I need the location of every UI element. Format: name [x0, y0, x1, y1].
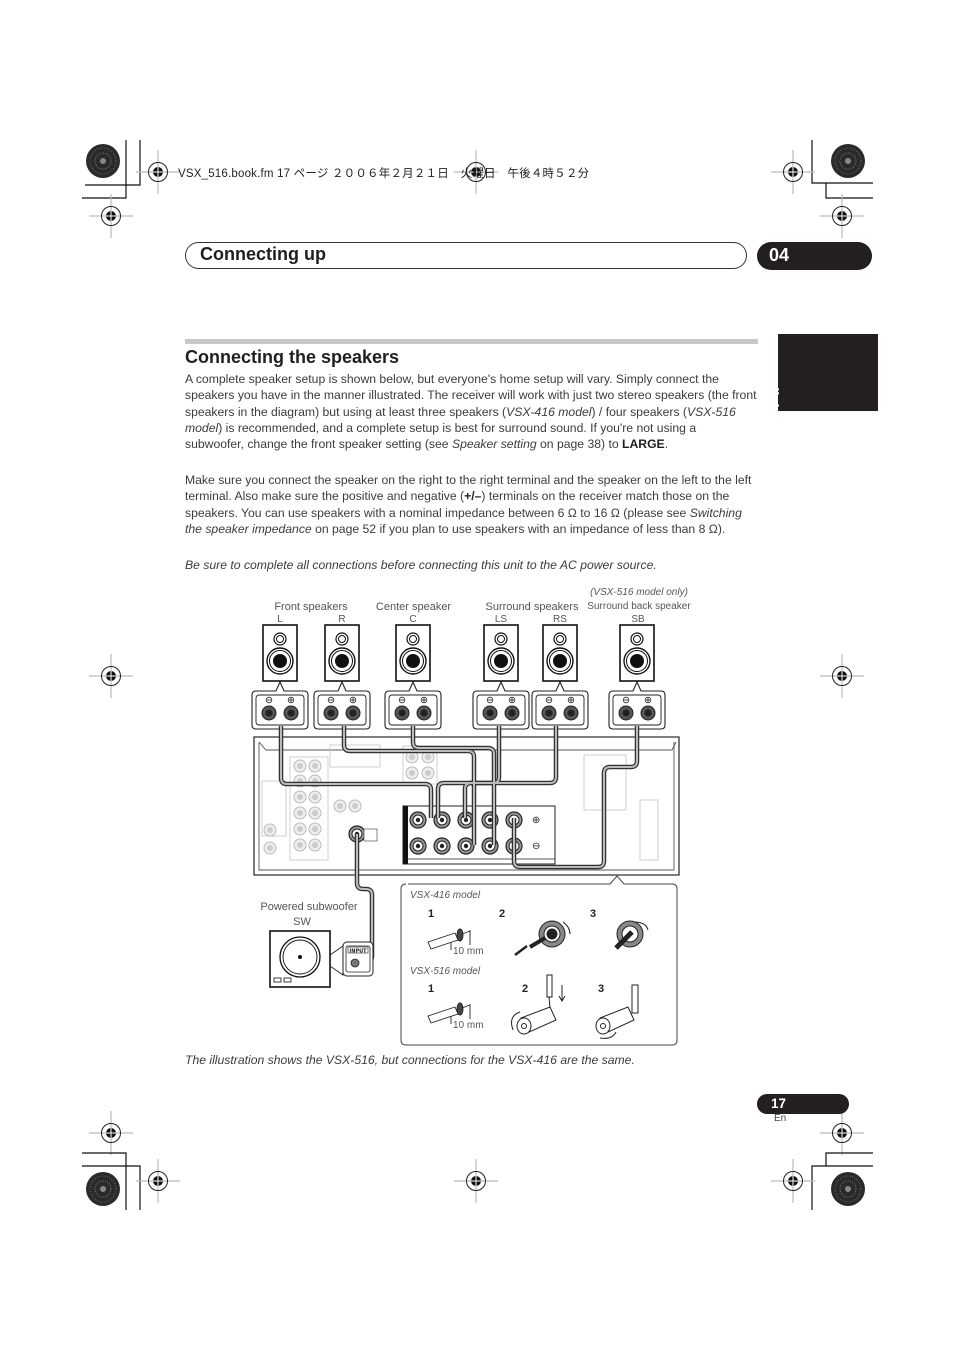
speaker-output-jack: [457, 837, 475, 855]
speaker-terminal-sb: [608, 681, 666, 730]
rear-panel-jack: [293, 806, 307, 820]
label-sw: SW: [293, 916, 311, 928]
label-vsx416-model: VSX-416 model: [410, 890, 481, 901]
rear-panel-jack: [348, 799, 362, 813]
step-516-3: 3: [598, 983, 605, 995]
speaker-terminal-ls: [472, 681, 530, 730]
speaker-rs: [542, 624, 578, 682]
svg-text:⊕: ⊕: [532, 815, 540, 826]
rear-panel-jack: [421, 766, 435, 780]
rear-panel-jack: [308, 759, 322, 773]
svg-text:⊖: ⊖: [532, 841, 540, 852]
page-language: En: [774, 1113, 787, 1124]
speaker-r: [324, 624, 360, 682]
step-416-1: 1: [428, 908, 435, 920]
rear-panel-jack: [293, 790, 307, 804]
svg-text:INPUT: INPUT: [349, 949, 367, 955]
speaker-sb: [619, 624, 655, 682]
rear-panel-jack: [333, 799, 347, 813]
speaker-terminal-c: [384, 681, 442, 730]
speaker-l: [262, 624, 298, 682]
step-416-2: 2: [499, 908, 506, 920]
rear-panel-jack: [293, 822, 307, 836]
rear-panel-jack: [293, 759, 307, 773]
rear-panel-jack: [308, 822, 322, 836]
strip-length-516: 10 mm: [453, 1020, 484, 1031]
step-516-1: 1: [428, 983, 435, 995]
wiring-steps-inset: [400, 875, 678, 1046]
speaker-terminal-l: [251, 681, 309, 730]
step-516-2: 2: [522, 983, 529, 995]
rear-panel-jack: [293, 838, 307, 852]
strip-length-416: 10 mm: [453, 946, 484, 957]
figure-caption: The illustration shows the VSX-516, but …: [185, 1053, 635, 1067]
speaker-connection-diagram: ⊕ ⊖ INPUT: [251, 624, 680, 1046]
rear-panel-jack: [263, 823, 277, 837]
rear-panel-jack: [308, 806, 322, 820]
rear-panel-jack: [308, 790, 322, 804]
subwoofer-illustration: INPUT: [269, 930, 374, 988]
step-416-3: 3: [590, 908, 597, 920]
page-number: 17: [757, 1094, 849, 1114]
label-powered-subwoofer: Powered subwoofer: [260, 901, 358, 913]
speaker-terminal-r: [313, 681, 371, 730]
speaker-output-jack: [409, 837, 427, 855]
speaker-output-jack: [409, 811, 427, 829]
rear-panel-jack: [405, 766, 419, 780]
rear-panel-jack: [308, 838, 322, 852]
rear-panel-jack: [263, 841, 277, 855]
speaker-terminal-rs: [531, 681, 589, 730]
speaker-ls: [483, 624, 519, 682]
speaker-output-jack: [433, 837, 451, 855]
speaker-c: [395, 624, 431, 682]
label-vsx516-model: VSX-516 model: [410, 966, 481, 977]
